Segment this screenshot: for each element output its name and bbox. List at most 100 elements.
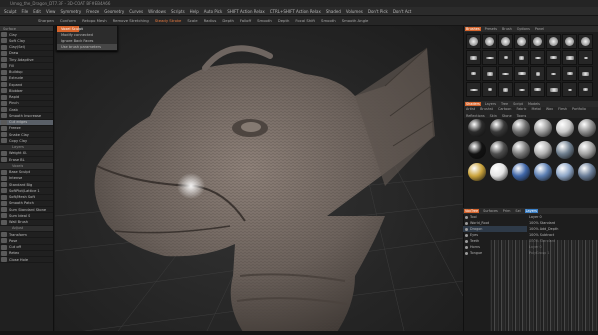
brush-alpha-thumbnail[interactable]	[578, 34, 593, 49]
brush-alpha-thumbnail[interactable]	[578, 82, 593, 97]
dropdown-option[interactable]: Use brush parameters	[57, 44, 117, 50]
toolbar-item[interactable]: Smooth	[257, 18, 272, 23]
menu-item[interactable]: CTRL+SHIFT Action Relax	[270, 9, 321, 14]
brush-alpha-thumbnail[interactable]	[482, 34, 497, 49]
menu-item[interactable]: Help	[190, 9, 199, 14]
matcap-swatch[interactable]	[466, 163, 487, 184]
panel-tab[interactable]: Layers	[484, 102, 497, 106]
toolbar-item[interactable]: Smooth Angle	[342, 18, 369, 23]
matcap-swatch[interactable]	[554, 119, 575, 140]
visibility-icon[interactable]	[465, 245, 468, 249]
panel-tab[interactable]: Toons	[516, 114, 528, 118]
matcap-swatch[interactable]	[466, 119, 487, 140]
brush-alpha-thumbnail[interactable]	[562, 66, 577, 81]
matcap-swatch[interactable]	[554, 141, 575, 162]
menu-item[interactable]: Geometry	[104, 9, 124, 14]
menu-item[interactable]: Sculpt	[4, 9, 17, 14]
brush-alpha-thumbnail[interactable]	[530, 50, 545, 65]
panel-tab[interactable]: Shaders	[465, 102, 481, 106]
brush-alpha-thumbnail[interactable]	[546, 66, 561, 81]
viewport-3d[interactable]	[55, 26, 463, 335]
matcap-swatch[interactable]	[466, 141, 487, 162]
brush-alpha-thumbnail[interactable]	[546, 82, 561, 97]
brush-alpha-thumbnail[interactable]	[466, 82, 481, 97]
brush-alpha-thumbnail[interactable]	[530, 82, 545, 97]
brush-alpha-thumbnail[interactable]	[514, 50, 529, 65]
brush-alpha-thumbnail[interactable]	[482, 82, 497, 97]
panel-tab[interactable]: Flesh	[557, 107, 568, 111]
toolbar-item[interactable]: Scale	[187, 18, 197, 23]
brush-alpha-thumbnail[interactable]	[498, 66, 513, 81]
toolbar-item[interactable]: Remove Stretching	[113, 18, 149, 23]
menu-item[interactable]: Curves	[129, 9, 143, 14]
visibility-icon[interactable]	[465, 227, 468, 231]
visibility-icon[interactable]	[465, 251, 468, 255]
panel-tab[interactable]: Options	[516, 27, 531, 31]
menu-item[interactable]: SHIFT Action Relax	[227, 9, 264, 14]
menu-item[interactable]: Symmetry	[60, 9, 81, 14]
menu-item[interactable]: File	[22, 9, 29, 14]
menu-item[interactable]: Don't Pick	[368, 9, 388, 14]
brush-alpha-thumbnail[interactable]	[482, 50, 497, 65]
brush-alpha-thumbnail[interactable]	[578, 66, 593, 81]
brush-alpha-thumbnail[interactable]	[498, 50, 513, 65]
visibility-icon[interactable]	[465, 215, 468, 219]
menu-item[interactable]: Volumes	[346, 9, 363, 14]
viewport-scene[interactable]	[55, 26, 463, 335]
menu-item[interactable]: Freeze	[86, 9, 99, 14]
panel-tab[interactable]: Wax	[545, 107, 554, 111]
panel-tab[interactable]: Fabric	[515, 107, 527, 111]
brush-alpha-thumbnail[interactable]	[498, 34, 513, 49]
panel-tab[interactable]: Artist	[465, 107, 476, 111]
panel-tab[interactable]: VoxTree	[464, 209, 480, 213]
panel-tab[interactable]: Prim	[502, 209, 512, 213]
panel-tab[interactable]: Script	[512, 102, 524, 106]
panel-tab[interactable]: Brushst	[479, 107, 494, 111]
toolbar-item[interactable]: Conform	[60, 18, 76, 23]
matcap-swatch[interactable]	[510, 163, 531, 184]
brush-alpha-thumbnail[interactable]	[514, 82, 529, 97]
matcap-swatch[interactable]	[488, 119, 509, 140]
brush-alpha-thumbnail[interactable]	[546, 34, 561, 49]
panel-tab[interactable]: Panel	[534, 27, 545, 31]
panel-tab[interactable]: Sel	[514, 209, 521, 213]
brush-alpha-thumbnail[interactable]	[530, 66, 545, 81]
brush-alpha-thumbnail[interactable]	[482, 66, 497, 81]
panel-tab[interactable]: Brushes	[465, 27, 481, 31]
panel-tab[interactable]: Layers	[524, 209, 538, 213]
brush-alpha-thumbnail[interactable]	[498, 82, 513, 97]
toolbar-item[interactable]: Radius	[204, 18, 217, 23]
panel-tab[interactable]: Models	[527, 102, 541, 106]
panel-tab[interactable]: Cartoon	[497, 107, 512, 111]
brush-alpha-thumbnail[interactable]	[546, 50, 561, 65]
matcap-swatch[interactable]	[532, 163, 553, 184]
panel-tab[interactable]: Portfolio	[571, 107, 587, 111]
panel-tab[interactable]: Reflections	[465, 114, 486, 118]
brush-alpha-thumbnail[interactable]	[514, 34, 529, 49]
toolbar-item[interactable]: Smooth	[321, 18, 336, 23]
toolbar-item[interactable]: Falloff	[240, 18, 251, 23]
brush-alpha-thumbnail[interactable]	[578, 50, 593, 65]
visibility-icon[interactable]	[465, 239, 468, 243]
panel-tab[interactable]: Tree	[500, 102, 509, 106]
brush-alpha-thumbnail[interactable]	[466, 66, 481, 81]
menu-item[interactable]: Scripts	[171, 9, 185, 14]
menu-item[interactable]: View	[46, 9, 56, 14]
matcap-swatch[interactable]	[532, 141, 553, 162]
matcap-swatch[interactable]	[554, 163, 575, 184]
menu-item[interactable]: Edit	[33, 9, 41, 14]
menu-item[interactable]: Shaded	[326, 9, 341, 14]
toolbar-item[interactable]: Retopo Mesh	[82, 18, 107, 23]
panel-tab[interactable]: Metal	[531, 107, 542, 111]
sculpt-mode-dropdown[interactable]: Voxel Sculpt Modify connected Ignore Back …	[56, 25, 118, 51]
matcap-swatch[interactable]	[576, 141, 597, 162]
panel-tab[interactable]: Surfaces	[482, 209, 499, 213]
menu-item[interactable]: Windows	[148, 9, 166, 14]
brush-alpha-thumbnail[interactable]	[530, 34, 545, 49]
panel-tab[interactable]: Presets	[484, 27, 498, 31]
panel-tab[interactable]: Stone	[501, 114, 513, 118]
matcap-swatch[interactable]	[510, 119, 531, 140]
brush-alpha-thumbnail[interactable]	[562, 34, 577, 49]
brush-alpha-thumbnail[interactable]	[514, 66, 529, 81]
toolbar-item[interactable]: Depth	[278, 18, 290, 23]
